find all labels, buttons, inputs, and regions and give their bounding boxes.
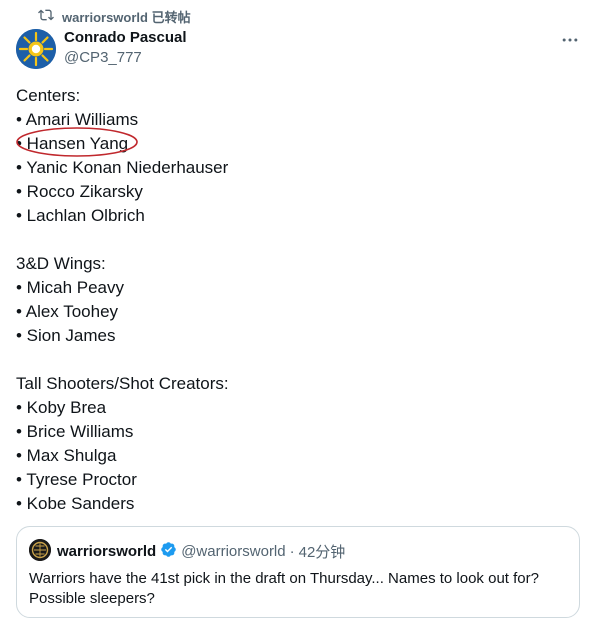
repost-icon — [38, 7, 54, 26]
list-item: • Alex Toohey — [16, 302, 119, 321]
author-handle[interactable]: @CP3_777 — [64, 49, 142, 66]
list-item: • Rocco Zikarsky — [16, 182, 143, 201]
sun-flag-avatar[interactable] — [16, 29, 56, 69]
list-item: • Kobe Sanders — [16, 494, 135, 513]
section-heading: 3&D Wings: — [16, 254, 106, 273]
quoted-author-name[interactable]: warriorsworld — [57, 543, 156, 560]
list-item-circled: • Hansen Yang — [16, 127, 576, 157]
list-item: • Micah Peavy — [16, 278, 124, 297]
section-heading: Tall Shooters/Shot Creators: — [16, 374, 229, 393]
list-item: • Brice Williams — [16, 422, 134, 441]
repost-banner[interactable]: warriorsworld 已转帖 — [38, 6, 191, 26]
quoted-text: Warriors have the 41st pick in the draft… — [29, 570, 539, 607]
quoted-timestamp[interactable]: 42分钟 — [299, 541, 346, 562]
quoted-header: warriorsworld @warriorsworld · 42分钟 — [57, 541, 345, 561]
list-item: • Sion James — [16, 326, 116, 345]
post-body: Centers: • Amari Williams • Hansen Yang … — [16, 84, 576, 516]
list-item: • Lachlan Olbrich — [16, 206, 145, 225]
meta-separator: · — [289, 542, 295, 560]
verified-badge-icon — [160, 541, 177, 562]
quoted-post[interactable]: warriorsworld @warriorsworld · 42分钟 Warr… — [16, 526, 580, 618]
list-item: • Max Shulga — [16, 446, 117, 465]
list-item: • Yanic Konan Niederhauser — [16, 158, 229, 177]
list-item: • Koby Brea — [16, 398, 107, 417]
list-item-text: • Hansen Yang — [16, 134, 129, 153]
more-horizontal-icon[interactable] — [560, 30, 580, 50]
author-name[interactable]: Conrado Pascual — [64, 29, 187, 46]
repost-text: warriorsworld 已转帖 — [62, 9, 191, 25]
list-item: • Amari Williams — [16, 110, 139, 129]
quoted-author-handle[interactable]: @warriorsworld — [181, 543, 285, 560]
section-heading: Centers: — [16, 86, 81, 105]
quoted-avatar[interactable] — [29, 539, 51, 561]
list-item: • Tyrese Proctor — [16, 470, 137, 489]
